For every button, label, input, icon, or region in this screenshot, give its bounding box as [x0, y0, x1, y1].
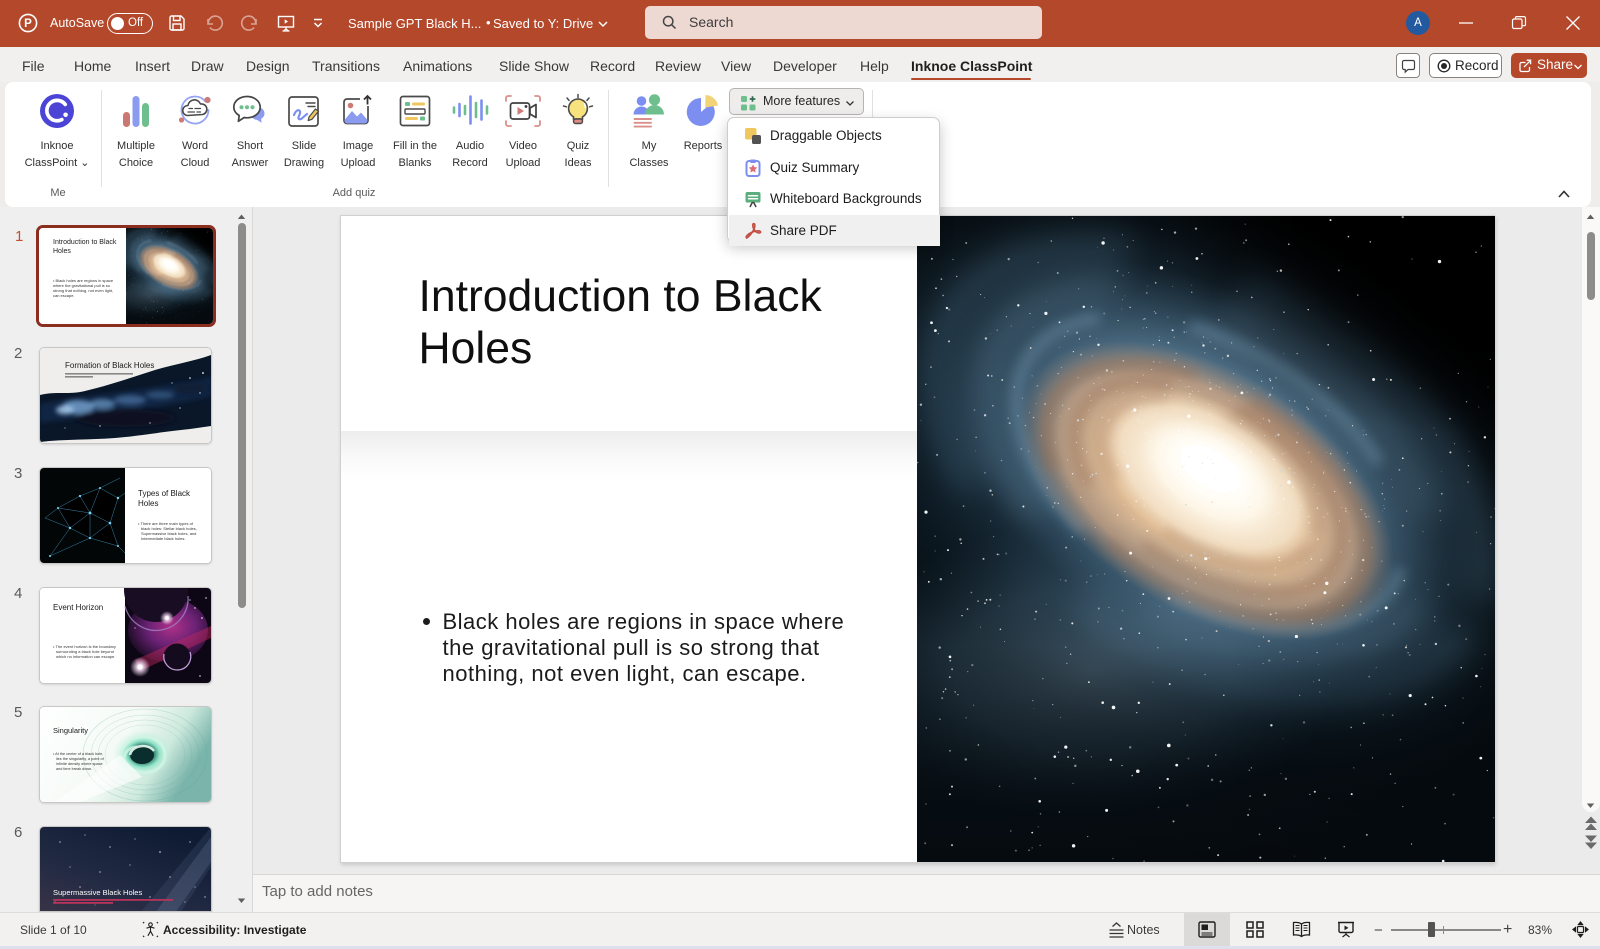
- svg-text:Singularity: Singularity: [53, 726, 88, 735]
- svg-text:Intermediate black holes.: Intermediate black holes.: [141, 536, 185, 541]
- svg-text:Formation of Black Holes: Formation of Black Holes: [65, 361, 154, 370]
- svg-text:Types of Black: Types of Black: [138, 489, 191, 498]
- svg-text:Holes: Holes: [138, 499, 158, 508]
- svg-text:lies the singularity, a point: lies the singularity, a point of: [56, 757, 105, 761]
- svg-text:which no information can escap: which no information can escape.: [56, 654, 115, 659]
- svg-text:and time break down.: and time break down.: [56, 767, 92, 771]
- svg-text:P: P: [24, 18, 32, 30]
- svg-text:Supermassive Black Holes: Supermassive Black Holes: [53, 888, 142, 897]
- svg-text:infinite density where space: infinite density where space: [56, 762, 103, 766]
- svg-text:Event Horizon: Event Horizon: [53, 603, 103, 612]
- svg-text:• At the center of a black hol: • At the center of a black hole,: [53, 752, 103, 756]
